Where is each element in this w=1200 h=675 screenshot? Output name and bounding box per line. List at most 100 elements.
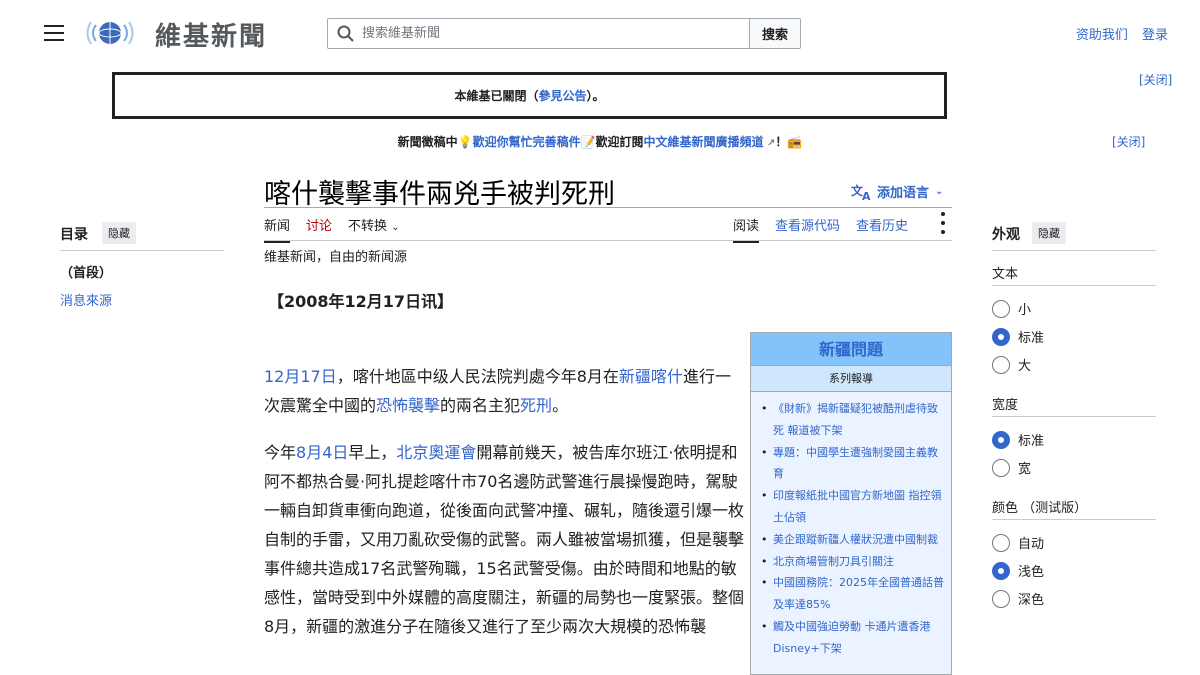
broadcast-channel-link[interactable]: 中文維基新聞廣播頻道 <box>644 135 764 149</box>
tab-discussion[interactable]: 讨论 <box>306 215 332 243</box>
chevron-down-icon: ⌄ <box>935 186 944 197</box>
wikinews-logo-icon[interactable] <box>84 17 136 49</box>
toc-item-intro[interactable]: （首段） <box>60 262 112 281</box>
add-languages-label: 添加语言 <box>877 186 930 201</box>
date-link[interactable]: 12月17日 <box>264 367 337 386</box>
radio-label: 浅色 <box>1018 565 1045 580</box>
wiki-closed-notice: 本維基已關閉（ 參見公告）。 <box>112 72 947 119</box>
text-run: 開幕前幾天，被告库尔班江·依明提和阿不都热合曼·阿扎提趁喀什市70名邊防武警進行… <box>264 443 745 636</box>
language-icon: 文 A <box>851 183 871 201</box>
death-penalty-link[interactable]: 死刑 <box>520 396 552 415</box>
radio-label: 宽 <box>1018 462 1032 477</box>
site-notice-prefix: 新聞徵稿中💡 <box>397 135 473 149</box>
radio-button <box>992 299 1010 318</box>
list-item[interactable]: 專題：中國學生遭強制愛國主義教育 <box>759 442 947 486</box>
divider <box>992 416 1156 417</box>
improve-articles-link[interactable]: 歡迎你幫忙完善稿件 <box>473 135 581 149</box>
personal-tools: 资助我们 登录 <box>1066 24 1168 43</box>
toc-divider <box>60 250 224 251</box>
donate-link[interactable]: 资助我们 <box>1076 28 1128 43</box>
dismiss-closed-notice-link[interactable]: [关闭] <box>1139 71 1172 88</box>
radio-color-auto[interactable]: 自动 <box>992 533 1044 552</box>
infobox-list: 《財新》揭新疆疑犯被酷刑虐待致死 報道被下架 專題：中國學生遭強制愛國主義教育 … <box>751 392 951 660</box>
list-item[interactable]: 《財新》揭新疆疑犯被酷刑虐待致死 報道被下架 <box>759 398 947 442</box>
radio-color-light[interactable]: 浅色 <box>992 561 1044 580</box>
view-tabs: 阅读 查看源代码 查看历史 <box>733 215 908 243</box>
appearance-hide-button[interactable]: 隐藏 <box>1032 222 1066 244</box>
list-item[interactable]: 美企跟蹤新疆人權狀況遭中國制裁 <box>759 529 947 551</box>
search-box <box>327 18 750 49</box>
text-run: 。 <box>552 396 569 415</box>
radio-text-small[interactable]: 小 <box>992 299 1031 318</box>
dismiss-site-notice-link[interactable]: [关闭] <box>1112 133 1145 150</box>
search-input[interactable] <box>362 26 742 41</box>
tab-news[interactable]: 新闻 <box>264 215 291 243</box>
external-link-icon: ↗ <box>763 138 776 149</box>
text-run: 今年 <box>264 443 297 462</box>
list-item[interactable]: 觸及中國強迫勞動 卡通片遭香港Disney+下架 <box>759 616 947 660</box>
text-run: 的兩名主犯 <box>440 396 521 415</box>
article-dateline: 【2008年12月17日讯】 <box>268 292 454 311</box>
more-actions-icon[interactable] <box>941 212 945 234</box>
closed-notice-suffix: ）。 <box>586 89 605 103</box>
divider <box>992 519 1156 520</box>
appearance-divider <box>992 250 1156 251</box>
radio-color-dark[interactable]: 深色 <box>992 589 1044 608</box>
xinjiang-kashgar-link[interactable]: 新疆喀什 <box>619 367 683 386</box>
radio-button <box>992 533 1010 552</box>
site-notice: 新聞徵稿中💡歡迎你幫忙完善稿件📝歡迎訂閱中文維基新聞廣播頻道 ↗！📻 <box>0 133 1200 150</box>
radio-button <box>992 589 1010 608</box>
text-size-label: 文本 <box>992 267 1019 282</box>
radio-label: 标准 <box>1018 434 1045 449</box>
toc-hide-button[interactable]: 隐藏 <box>102 222 136 244</box>
login-link[interactable]: 登录 <box>1142 28 1168 43</box>
radio-width-standard[interactable]: 标准 <box>992 430 1044 449</box>
width-label: 宽度 <box>992 398 1019 413</box>
site-tagline: 维基新闻，自由的新闻源 <box>264 250 408 265</box>
beijing-olympics-link[interactable]: 北京奧運會 <box>396 443 476 462</box>
radio-text-standard[interactable]: 标准 <box>992 327 1044 346</box>
date-link[interactable]: 8月4日 <box>296 443 348 462</box>
infobox-title[interactable]: 新疆問題 <box>751 333 951 366</box>
site-notice-suffix: ！📻 <box>775 135 803 149</box>
series-infobox: 新疆問題 系列報導 《財新》揭新疆疑犯被酷刑虐待致死 報道被下架 專題：中國學生… <box>750 332 952 675</box>
toc-item-sources[interactable]: 消息來源 <box>60 290 112 309</box>
variant-dropdown[interactable]: 不转换 ⌄ <box>348 215 400 243</box>
add-languages-button[interactable]: 文 A 添加语言 ⌄ <box>851 182 944 202</box>
radio-width-wide[interactable]: 宽 <box>992 458 1031 477</box>
terror-attack-link[interactable]: 恐怖襲擊 <box>376 396 440 415</box>
color-label: 颜色 （测试版） <box>992 501 1088 516</box>
radio-text-large[interactable]: 大 <box>992 355 1031 374</box>
closed-notice-prefix: 本維基已關閉（ <box>454 89 539 103</box>
namespace-tabs: 新闻 讨论 不转换 ⌄ <box>264 215 400 243</box>
article-paragraph-2: 今年8月4日早上，北京奧運會開幕前幾天，被告库尔班江·依明提和阿不都热合曼·阿扎… <box>264 438 744 641</box>
radio-label: 深色 <box>1018 593 1045 608</box>
text-run: 早上， <box>348 443 397 462</box>
tab-view-source[interactable]: 查看源代码 <box>775 215 840 243</box>
radio-button-selected <box>992 327 1010 346</box>
tab-view-history[interactable]: 查看历史 <box>856 215 908 243</box>
radio-label: 自动 <box>1018 537 1045 552</box>
search-icon <box>337 25 354 42</box>
article-paragraph-1: 12月17日，喀什地區中级人民法院判處今年8月在新疆喀什進行一次震驚全中國的恐怖… <box>264 362 744 420</box>
radio-label: 标准 <box>1018 331 1045 346</box>
text-run: ，喀什地區中级人民法院判處今年8月在 <box>336 367 619 386</box>
divider <box>992 285 1156 286</box>
radio-label: 小 <box>1018 303 1032 318</box>
radio-button <box>992 355 1010 374</box>
variant-label: 不转换 <box>348 219 388 234</box>
svg-text:A: A <box>862 190 871 201</box>
title-divider <box>264 207 952 208</box>
announcement-link[interactable]: 參見公告 <box>538 87 586 104</box>
page-title: 喀什襲擊事件兩兇手被判死刑 <box>264 179 615 210</box>
search-button[interactable]: 搜索 <box>749 18 801 49</box>
tab-read[interactable]: 阅读 <box>733 215 760 243</box>
radio-label: 大 <box>1018 359 1032 374</box>
main-menu-icon[interactable] <box>44 25 64 41</box>
list-item[interactable]: 中國國務院：2025年全國普通話普及率達85% <box>759 572 947 616</box>
appearance-title: 外观 <box>992 227 1020 243</box>
list-item[interactable]: 印度報紙批中國官方新地圖 指控領土佔領 <box>759 485 947 529</box>
radio-button-selected <box>992 561 1010 580</box>
site-wordmark[interactable]: 維基新聞 <box>155 16 267 53</box>
list-item[interactable]: 北京商場管制刀具引關注 <box>759 551 947 573</box>
